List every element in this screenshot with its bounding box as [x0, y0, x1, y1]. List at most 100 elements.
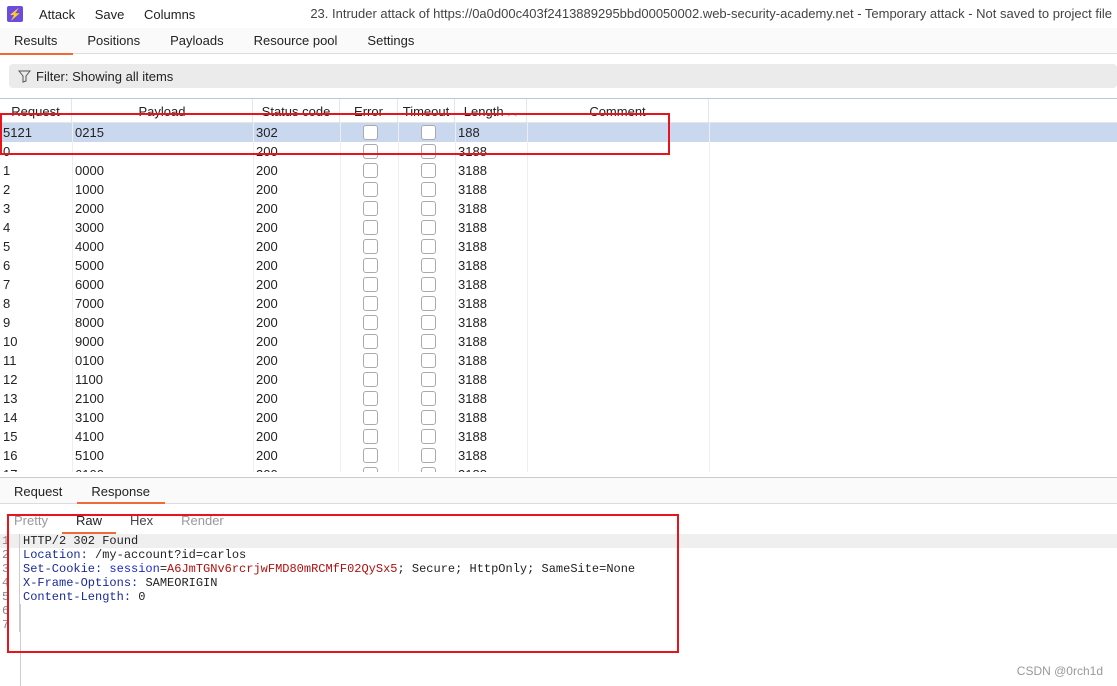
burp-logo-icon: ⚡ — [7, 6, 23, 22]
table-row[interactable]: 6 5000 200 3188 — [0, 256, 1117, 275]
error-checkbox — [363, 163, 378, 178]
table-row[interactable]: 1 0000 200 3188 — [0, 161, 1117, 180]
cell-request: 16 — [3, 448, 18, 463]
cell-payload: 3100 — [75, 410, 104, 425]
cell-error — [340, 199, 398, 218]
tab-results[interactable]: Results — [0, 28, 74, 55]
cell-comment — [527, 294, 709, 313]
cell-length: 3188 — [458, 353, 487, 368]
timeout-checkbox — [420, 239, 436, 254]
table-row[interactable]: 10 9000 200 3188 — [0, 332, 1117, 351]
column-divider — [72, 123, 73, 472]
cell-error — [340, 161, 398, 180]
cell-length: 3188 — [458, 372, 487, 387]
cell-error — [340, 408, 398, 427]
cell-length: 3188 — [458, 182, 487, 197]
cell-status-code: 200 — [256, 277, 278, 292]
timeout-checkbox — [420, 353, 436, 368]
table-row[interactable]: 176100200 3188 — [0, 465, 1117, 472]
cell-status-code: 200 — [256, 372, 278, 387]
cell-timeout — [398, 370, 455, 389]
cell-request: 10 — [3, 334, 18, 349]
filter-bar[interactable]: Filter: Showing all items — [9, 64, 1117, 88]
column-divider — [527, 123, 528, 472]
cell-status-code: 200 — [256, 334, 278, 349]
table-row[interactable]: 14 3100 200 3188 — [0, 408, 1117, 427]
error-checkbox — [363, 410, 378, 425]
cell-timeout — [398, 218, 455, 237]
cell-comment — [527, 161, 709, 180]
table-row[interactable]: 11 0100 200 3188 — [0, 351, 1117, 370]
cell-request: 6 — [3, 258, 11, 273]
cell-status-code: 200 — [256, 448, 278, 463]
cell-payload: 5000 — [75, 258, 104, 273]
cell-length: 3188 — [458, 391, 487, 406]
cell-length: 3188 — [458, 201, 487, 216]
cell-payload: 4100 — [75, 429, 104, 444]
cell-error — [340, 313, 398, 332]
table-row[interactable]: 3 2000 200 3188 — [0, 199, 1117, 218]
cell-length: 3188 — [458, 277, 487, 292]
table-row[interactable]: 12 1100 200 3188 — [0, 370, 1117, 389]
table-row[interactable]: 9 8000 200 3188 — [0, 313, 1117, 332]
cell-error — [340, 218, 398, 237]
table-row[interactable]: 15 4100 200 3188 — [0, 427, 1117, 446]
timeout-checkbox — [420, 429, 436, 444]
tab-settings[interactable]: Settings — [353, 28, 430, 54]
cell-error — [340, 275, 398, 294]
cell-timeout — [398, 275, 455, 294]
cell-timeout — [398, 389, 455, 408]
cell-payload: 3000 — [75, 220, 104, 235]
cell-length: 3188 — [458, 429, 487, 444]
cell-status-code: 200 — [256, 182, 278, 197]
table-row[interactable]: 2 1000 200 3188 — [0, 180, 1117, 199]
cell-timeout — [398, 180, 455, 199]
tab-payloads[interactable]: Payloads — [156, 28, 239, 54]
cell-timeout — [398, 237, 455, 256]
cell-payload: 6000 — [75, 277, 104, 292]
timeout-checkbox — [420, 220, 436, 235]
cell-error — [340, 465, 398, 472]
table-row[interactable]: 4 3000 200 3188 — [0, 218, 1117, 237]
tab-resource-pool[interactable]: Resource pool — [240, 28, 354, 54]
menu-save[interactable]: Save — [95, 7, 125, 22]
cell-comment — [527, 427, 709, 446]
cell-error — [340, 351, 398, 370]
tab-positions[interactable]: Positions — [73, 28, 156, 54]
cell-comment — [527, 389, 709, 408]
table-row[interactable]: 5 4000 200 3188 — [0, 237, 1117, 256]
cell-error — [340, 237, 398, 256]
timeout-checkbox — [420, 182, 436, 197]
column-divider — [340, 123, 341, 472]
cell-status-code: 200 — [256, 220, 278, 235]
cell-comment — [527, 332, 709, 351]
error-checkbox — [363, 353, 378, 368]
timeout-checkbox — [420, 315, 436, 330]
cell-error — [340, 370, 398, 389]
cell-status-code: 200 — [256, 201, 278, 216]
tab-request[interactable]: Request — [0, 478, 77, 503]
error-checkbox — [363, 315, 378, 330]
cell-request: 11 — [3, 353, 17, 368]
cell-timeout — [398, 199, 455, 218]
table-row[interactable]: 16 5100 200 3188 — [0, 446, 1117, 465]
cell-length: 3188 — [458, 334, 487, 349]
cell-status-code: 200 — [253, 465, 340, 472]
table-body: 5121 0215 302 188 0 200 3188 1 0000 200 3188 2 1000 2… — [0, 123, 1117, 472]
cell-comment — [527, 237, 709, 256]
cell-length: 3188 — [458, 448, 487, 463]
menu-columns[interactable]: Columns — [144, 7, 195, 22]
table-row[interactable]: 13 2100 200 3188 — [0, 389, 1117, 408]
cell-payload: 1100 — [75, 372, 103, 387]
cell-timeout — [398, 161, 455, 180]
cell-request: 4 — [3, 220, 11, 235]
menu-attack[interactable]: Attack — [39, 7, 75, 22]
table-row[interactable]: 7 6000 200 3188 — [0, 275, 1117, 294]
timeout-checkbox — [420, 467, 436, 472]
table-row[interactable]: 8 7000 200 3188 — [0, 294, 1117, 313]
tab-response[interactable]: Response — [77, 478, 165, 504]
detail-tabs: Request Response — [0, 477, 1117, 504]
cell-error — [340, 180, 398, 199]
timeout-checkbox — [420, 201, 436, 216]
cell-length: 3188 — [455, 465, 527, 472]
